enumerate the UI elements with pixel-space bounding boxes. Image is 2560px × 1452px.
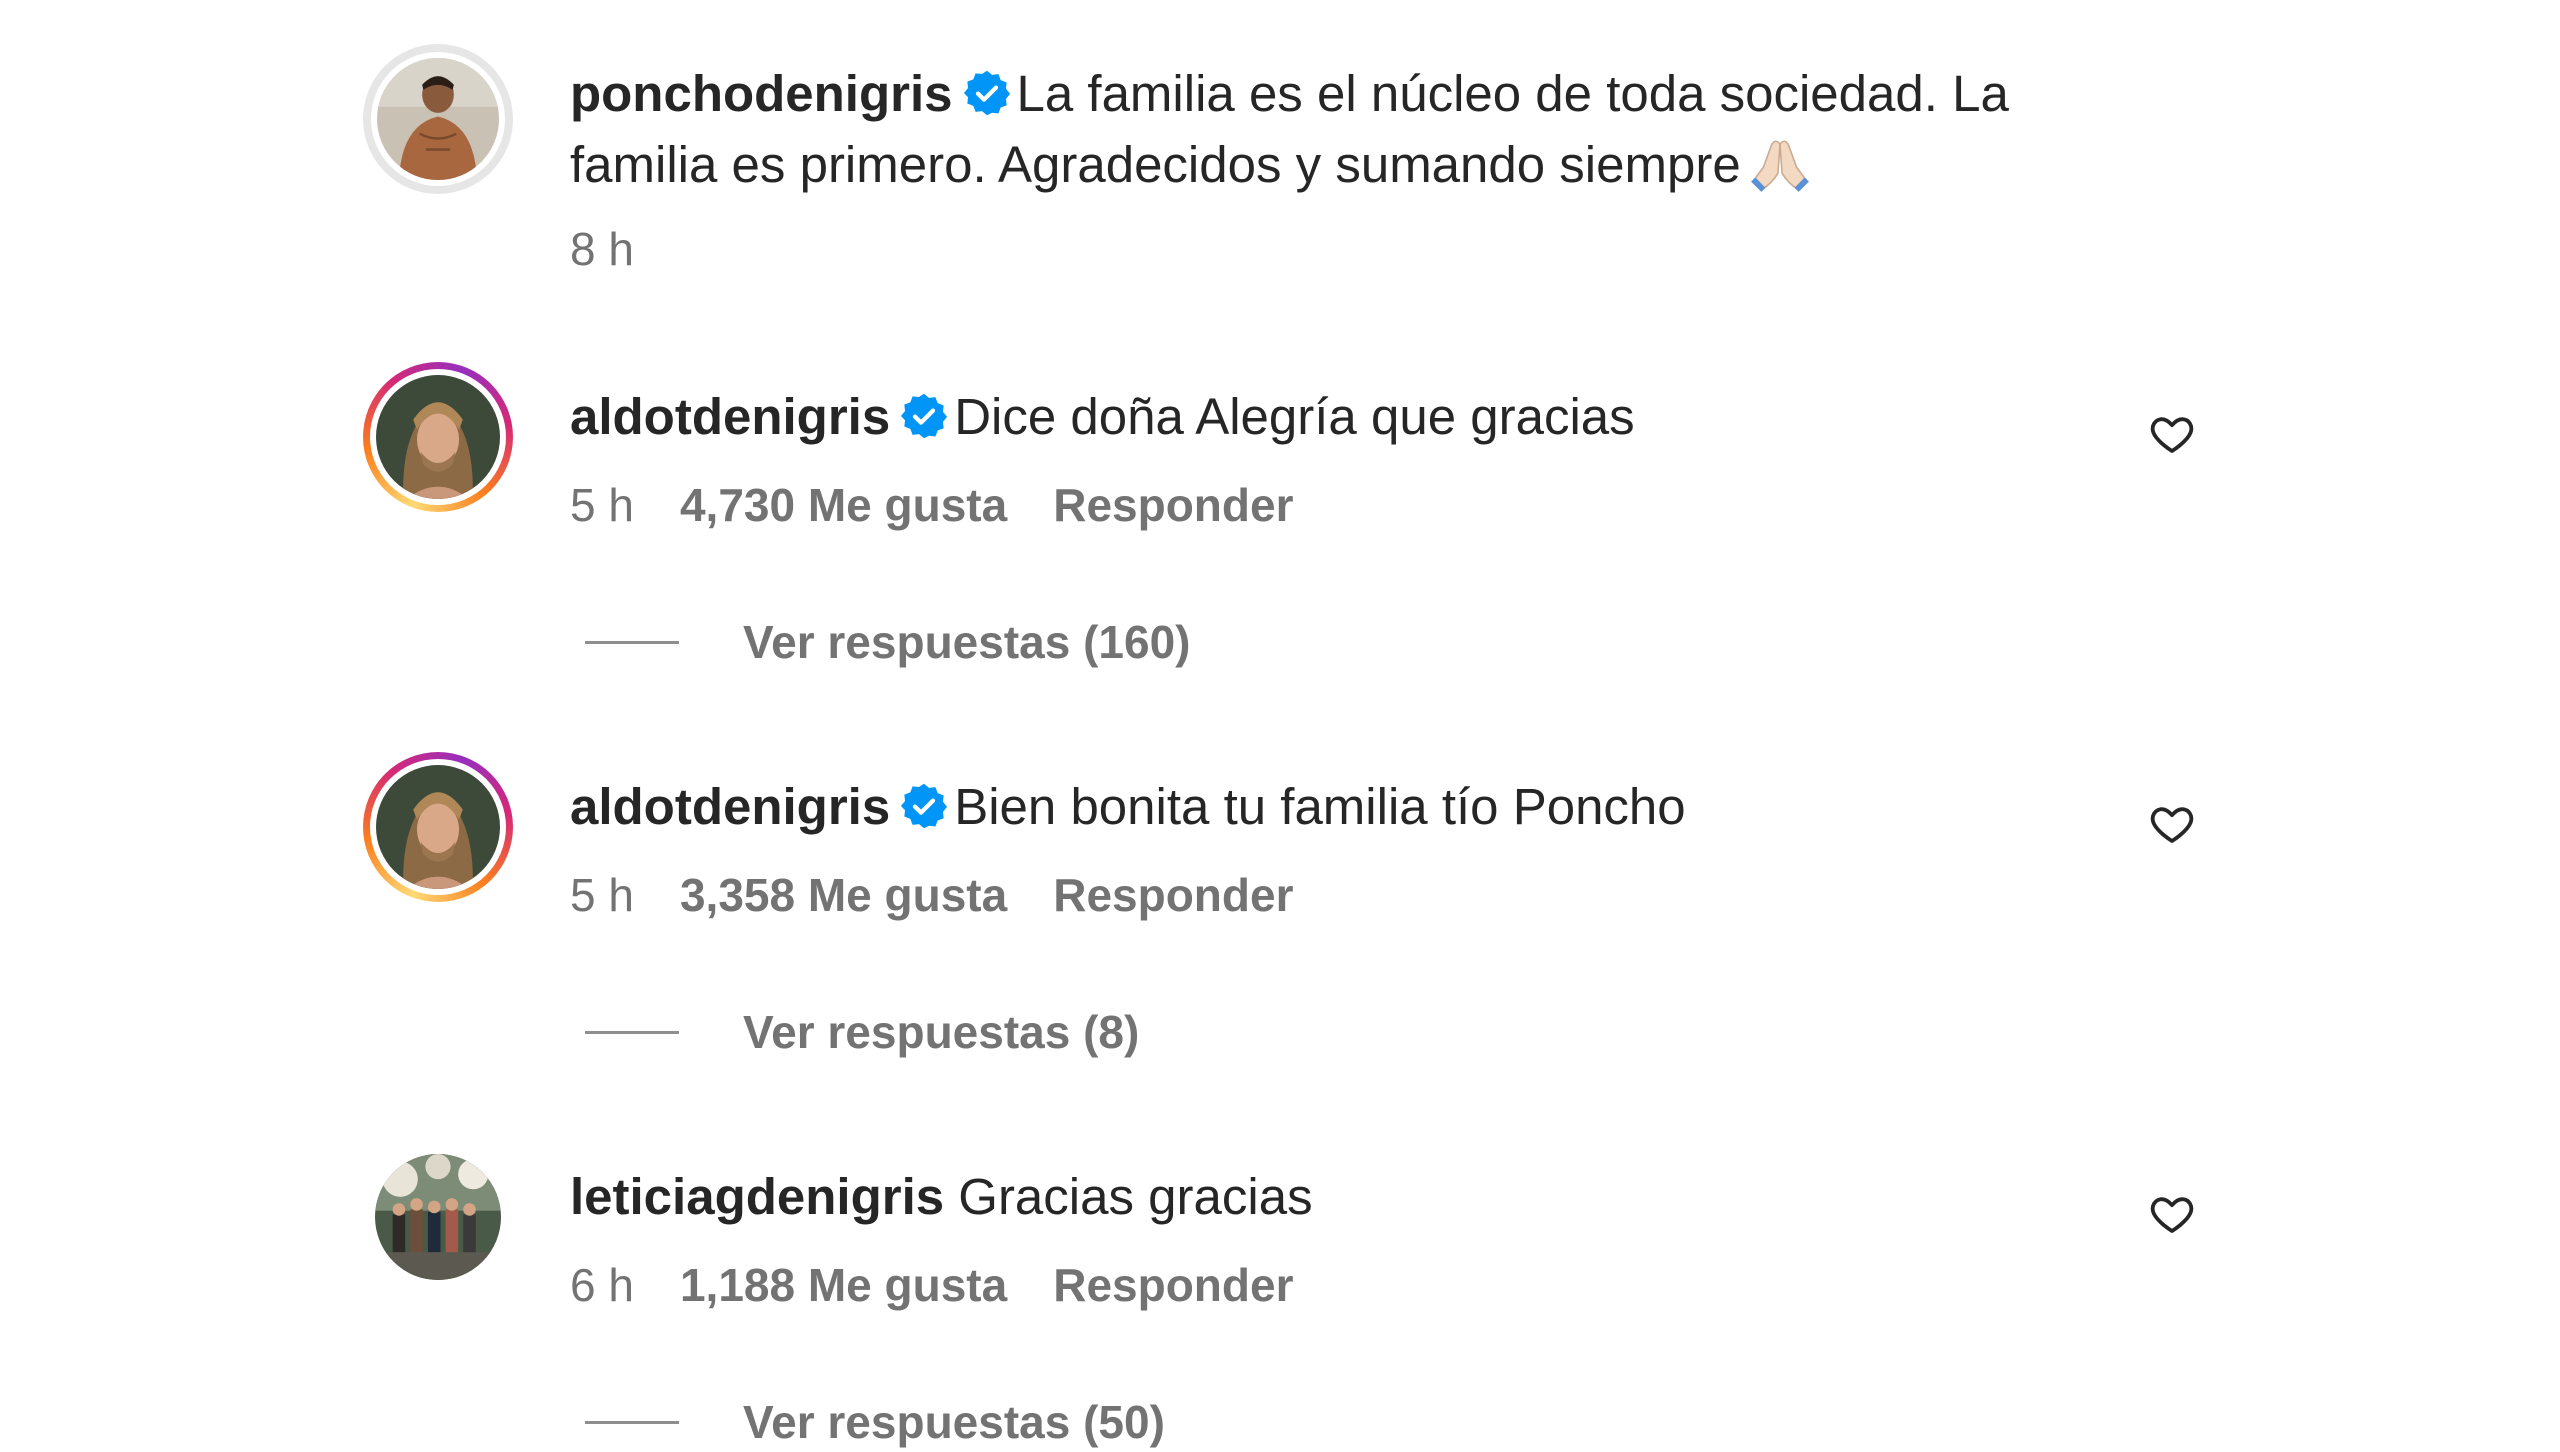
caption-text-1: La familia es el núcleo de toda sociedad…	[1016, 65, 2009, 122]
view-replies-button[interactable]: Ver respuestas (50)	[585, 1392, 1165, 1452]
caption-line-2: familia es primero. Agradecidos y sumand…	[570, 129, 1811, 200]
comment-avatar[interactable]	[363, 752, 513, 902]
heart-icon[interactable]	[2148, 410, 2196, 458]
comment-meta: 5 h 4,730 Me gusta Responder	[570, 478, 1293, 532]
verified-badge-icon	[963, 69, 1011, 117]
replies-divider	[585, 640, 679, 644]
replies-divider	[585, 1030, 679, 1034]
comment-avatar[interactable]	[363, 1142, 513, 1292]
comment-text: Dice doña Alegría que gracias	[954, 388, 1635, 445]
avatar-image	[377, 58, 499, 180]
view-replies-label: Ver respuestas (8)	[743, 1006, 1140, 1058]
view-replies-button[interactable]: Ver respuestas (8)	[585, 1002, 1139, 1062]
comments-panel: ponchodenigris La familia es el núcleo de…	[0, 0, 2560, 1448]
view-replies-button[interactable]: Ver respuestas (160)	[585, 612, 1191, 672]
comment-username[interactable]: aldotdenigris	[570, 388, 890, 445]
caption-time[interactable]: 8 h	[570, 223, 634, 275]
reply-button[interactable]: Responder	[1053, 869, 1293, 921]
heart-icon[interactable]	[2148, 1190, 2196, 1238]
avatar-image	[375, 1154, 501, 1280]
caption-meta: 8 h	[570, 222, 634, 276]
caption-text-2: familia es primero. Agradecidos y sumand…	[570, 136, 1741, 193]
folded-hands-emoji	[1749, 136, 1811, 192]
comment-username[interactable]: leticiagdenigris	[570, 1168, 944, 1225]
caption-line-1: ponchodenigris La familia es el núcleo de…	[570, 58, 2009, 129]
comment-time[interactable]: 6 h	[570, 1259, 634, 1311]
comment-line: aldotdenigris Dice doña Alegría que graci…	[570, 381, 1635, 452]
comment-line: aldotdenigris Bien bonita tu familia tío …	[570, 771, 1686, 842]
comment-time[interactable]: 5 h	[570, 479, 634, 531]
comment-likes[interactable]: 4,730 Me gusta	[680, 479, 1007, 531]
comment-meta: 6 h 1,188 Me gusta Responder	[570, 1258, 1293, 1312]
caption-avatar[interactable]	[363, 44, 513, 194]
comment-line: leticiagdenigris Gracias gracias	[570, 1161, 1313, 1232]
comment-text: Bien bonita tu familia tío Poncho	[954, 778, 1686, 835]
caption-username[interactable]: ponchodenigris	[570, 65, 953, 122]
comment-time[interactable]: 5 h	[570, 869, 634, 921]
replies-divider	[585, 1420, 679, 1424]
comment-likes[interactable]: 1,188 Me gusta	[680, 1259, 1007, 1311]
verified-badge-icon	[900, 782, 948, 830]
verified-badge-icon	[900, 392, 948, 440]
comment-text: Gracias gracias	[958, 1168, 1313, 1225]
avatar-image	[376, 765, 500, 889]
reply-button[interactable]: Responder	[1053, 1259, 1293, 1311]
comment-username[interactable]: aldotdenigris	[570, 778, 890, 835]
avatar-image	[376, 375, 500, 499]
comment-avatar[interactable]	[363, 362, 513, 512]
heart-icon[interactable]	[2148, 800, 2196, 848]
view-replies-label: Ver respuestas (50)	[743, 1396, 1165, 1448]
comment-meta: 5 h 3,358 Me gusta Responder	[570, 868, 1293, 922]
comment-likes[interactable]: 3,358 Me gusta	[680, 869, 1007, 921]
reply-button[interactable]: Responder	[1053, 479, 1293, 531]
view-replies-label: Ver respuestas (160)	[743, 616, 1191, 668]
